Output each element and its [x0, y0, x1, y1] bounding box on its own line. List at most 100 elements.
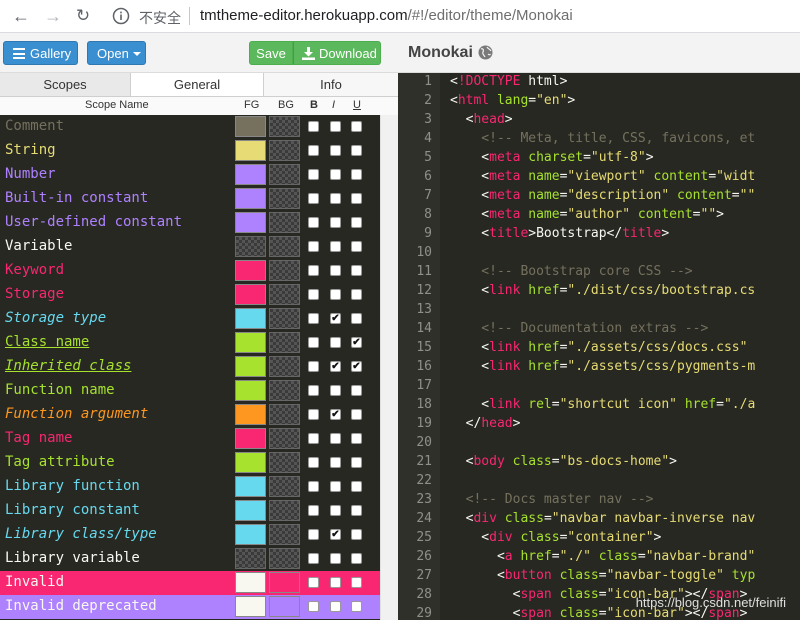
italic-checkbox[interactable] [330, 289, 341, 300]
underline-checkbox[interactable] [351, 193, 362, 204]
fg-color-swatch[interactable] [235, 236, 266, 257]
scope-row[interactable]: Library variable [0, 547, 380, 571]
underline-checkbox[interactable] [351, 409, 362, 420]
insecure-label[interactable]: 不安全 [139, 8, 181, 28]
italic-checkbox[interactable]: ✔ [330, 313, 341, 324]
bold-checkbox[interactable] [308, 361, 319, 372]
italic-checkbox[interactable] [330, 457, 341, 468]
bold-checkbox[interactable] [308, 577, 319, 588]
bold-checkbox[interactable] [308, 265, 319, 276]
scopes-scrollbar[interactable] [380, 115, 398, 620]
scope-name[interactable]: Tag name [5, 430, 72, 446]
bg-color-swatch[interactable] [269, 140, 300, 161]
scope-name[interactable]: Library variable [5, 550, 140, 566]
scope-row[interactable]: Tag attribute [0, 451, 380, 475]
italic-checkbox[interactable] [330, 265, 341, 276]
italic-checkbox[interactable] [330, 169, 341, 180]
bold-checkbox[interactable] [308, 529, 319, 540]
italic-checkbox[interactable] [330, 433, 341, 444]
bg-color-swatch[interactable] [269, 308, 300, 329]
italic-checkbox[interactable] [330, 481, 341, 492]
scope-name[interactable]: Invalid [5, 574, 64, 590]
tab-general[interactable]: General [131, 73, 264, 96]
bg-color-swatch[interactable] [269, 572, 300, 593]
italic-checkbox[interactable]: ✔ [330, 409, 341, 420]
fg-color-swatch[interactable] [235, 308, 266, 329]
bg-color-swatch[interactable] [269, 596, 300, 617]
fg-color-swatch[interactable] [235, 452, 266, 473]
bg-color-swatch[interactable] [269, 188, 300, 209]
bold-checkbox[interactable] [308, 433, 319, 444]
underline-checkbox[interactable] [351, 553, 362, 564]
fg-color-swatch[interactable] [235, 524, 266, 545]
scope-row[interactable]: Function name [0, 379, 380, 403]
reload-icon[interactable]: ↻ [72, 5, 94, 27]
scope-name[interactable]: Library function [5, 478, 140, 494]
back-arrow-icon[interactable]: ← [10, 5, 32, 27]
underline-checkbox[interactable] [351, 385, 362, 396]
tab-scopes[interactable]: Scopes [0, 73, 131, 96]
bold-checkbox[interactable] [308, 505, 319, 516]
fg-color-swatch[interactable] [235, 500, 266, 521]
underline-checkbox[interactable] [351, 505, 362, 516]
scope-name[interactable]: Inherited class [5, 358, 131, 374]
scope-row[interactable]: Number [0, 163, 380, 187]
fg-color-swatch[interactable] [235, 356, 266, 377]
scope-name[interactable]: User-defined constant [5, 214, 182, 230]
scope-row[interactable]: User-defined constant [0, 211, 380, 235]
bold-checkbox[interactable] [308, 601, 319, 612]
scope-row[interactable]: Keyword [0, 259, 380, 283]
open-button[interactable]: Open [87, 41, 146, 65]
underline-checkbox[interactable] [351, 265, 362, 276]
italic-checkbox[interactable] [330, 193, 341, 204]
italic-checkbox[interactable] [330, 385, 341, 396]
scope-name[interactable]: Built-in constant [5, 190, 148, 206]
bold-checkbox[interactable] [308, 193, 319, 204]
underline-checkbox[interactable] [351, 241, 362, 252]
scope-name[interactable]: Library class/type [5, 526, 157, 542]
underline-checkbox[interactable] [351, 313, 362, 324]
scope-row[interactable]: Library function [0, 475, 380, 499]
italic-checkbox[interactable]: ✔ [330, 361, 341, 372]
fg-color-swatch[interactable] [235, 572, 266, 593]
italic-checkbox[interactable] [330, 217, 341, 228]
scope-row[interactable]: Class name ✔ [0, 331, 380, 355]
info-icon[interactable] [112, 7, 130, 25]
scope-name[interactable]: Class name [5, 334, 89, 350]
scope-name[interactable]: Function argument [5, 406, 148, 422]
fg-color-swatch[interactable] [235, 404, 266, 425]
forward-arrow-icon[interactable]: → [42, 5, 64, 27]
scope-name[interactable]: Keyword [5, 262, 64, 278]
scope-row[interactable]: Invalid deprecated [0, 595, 380, 619]
fg-color-swatch[interactable] [235, 188, 266, 209]
scope-name[interactable]: Library constant [5, 502, 140, 518]
scope-row[interactable]: Storage [0, 283, 380, 307]
fg-color-swatch[interactable] [235, 476, 266, 497]
underline-checkbox[interactable] [351, 601, 362, 612]
bold-checkbox[interactable] [308, 169, 319, 180]
bg-color-swatch[interactable] [269, 284, 300, 305]
scope-name[interactable]: Function name [5, 382, 115, 398]
bg-color-swatch[interactable] [269, 380, 300, 401]
scope-row[interactable]: Tag name [0, 427, 380, 451]
bg-color-swatch[interactable] [269, 116, 300, 137]
bg-color-swatch[interactable] [269, 500, 300, 521]
fg-color-swatch[interactable] [235, 596, 266, 617]
gallery-button[interactable]: Gallery [3, 41, 78, 65]
scope-row[interactable]: Library class/type ✔ [0, 523, 380, 547]
italic-checkbox[interactable] [330, 241, 341, 252]
scope-row[interactable]: Invalid [0, 571, 380, 595]
bold-checkbox[interactable] [308, 481, 319, 492]
fg-color-swatch[interactable] [235, 380, 266, 401]
underline-checkbox[interactable] [351, 577, 362, 588]
italic-checkbox[interactable] [330, 601, 341, 612]
italic-checkbox[interactable]: ✔ [330, 529, 341, 540]
fg-color-swatch[interactable] [235, 140, 266, 161]
scope-row[interactable]: Built-in constant [0, 187, 380, 211]
bg-color-swatch[interactable] [269, 236, 300, 257]
code-preview[interactable]: 1 <!DOCTYPE html> 2 <html lang="en"> 3 <head… [398, 73, 800, 620]
italic-checkbox[interactable] [330, 577, 341, 588]
bg-color-swatch[interactable] [269, 356, 300, 377]
underline-checkbox[interactable]: ✔ [351, 361, 362, 372]
italic-checkbox[interactable] [330, 145, 341, 156]
